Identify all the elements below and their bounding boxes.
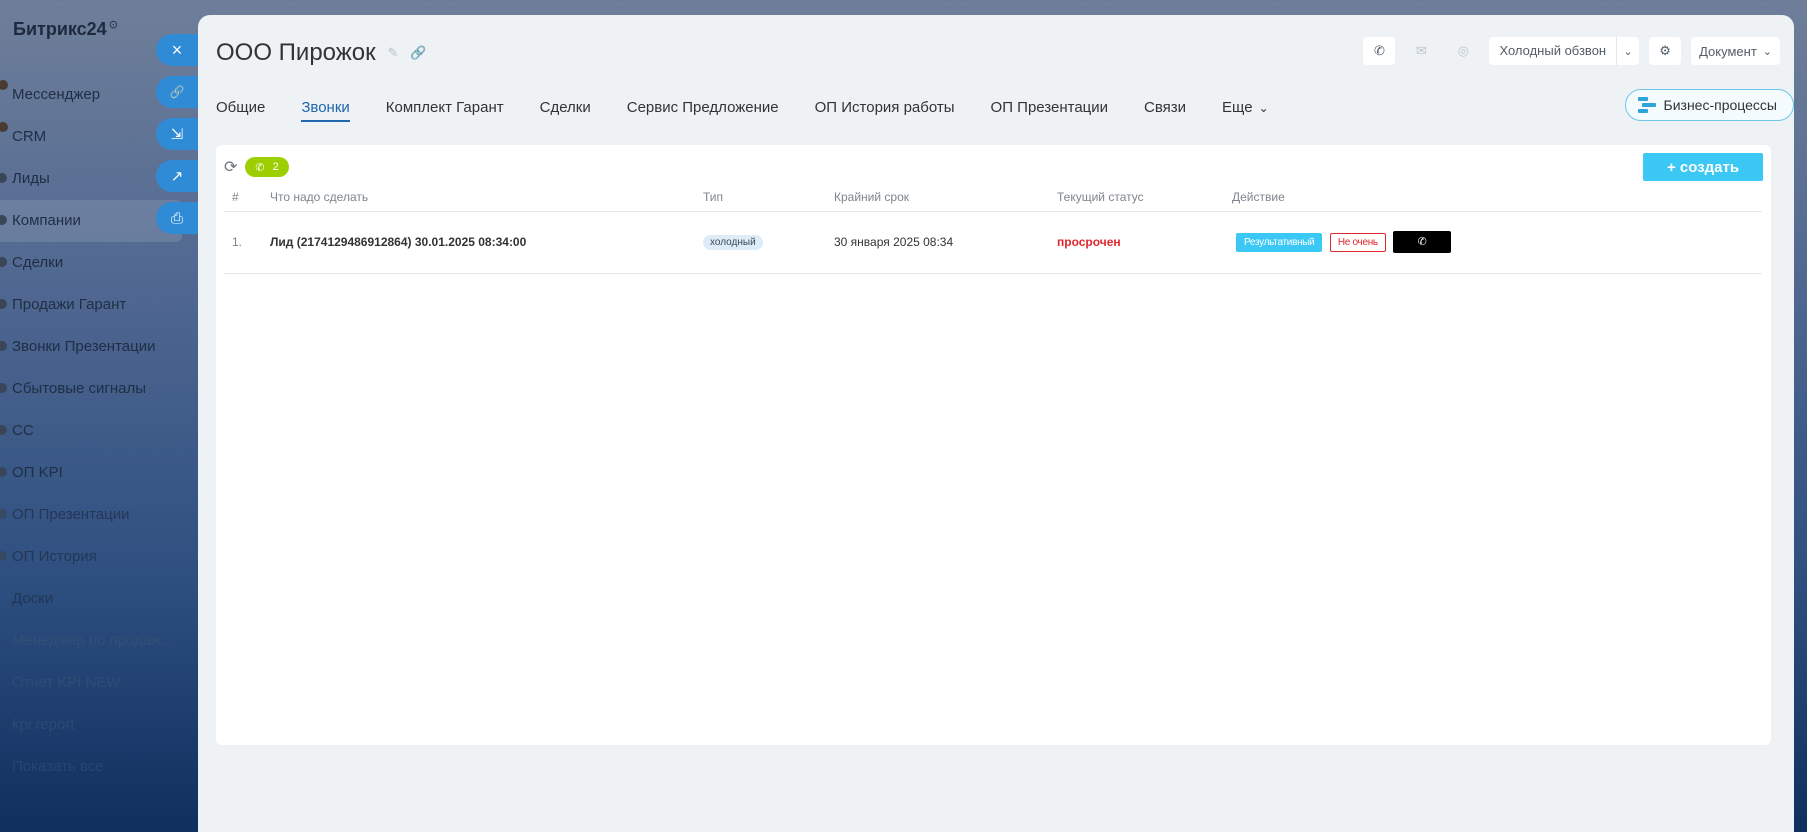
result-good-button[interactable]: Результативный [1236,233,1323,253]
sidebar-item-calls-presentations[interactable]: Звонки Презентации [0,326,200,368]
scenario-label: Холодный обзвон [1489,37,1618,65]
tab-general[interactable]: Общие [216,99,265,122]
table-row: 1. Лид (2174129486912864) 30.01.2025 08:… [224,211,1762,274]
calls-table: # Что надо сделать Тип Крайний срок Теку… [224,183,1762,274]
app-logo[interactable]: Битрикс24 ⊙ [13,18,118,40]
bullet-dot [0,467,7,477]
gear-icon: ⚙ [1659,43,1671,58]
notification-dot [0,80,8,90]
title-row: ООО Пирожок ✎ 🔗 [216,39,430,67]
sidebar-item-op-presentations[interactable]: ОП Презентации [0,494,200,536]
row-task[interactable]: Лид (2174129486912864) 30.01.2025 08:34:… [270,211,703,274]
create-button[interactable]: + создать [1643,153,1763,181]
column-status: Текущий статус [1057,183,1232,212]
download-icon: ⇲ [170,126,184,143]
tab-relations[interactable]: Связи [1144,99,1186,122]
sidebar-item-deals[interactable]: Сделки [0,242,200,284]
bullet-dot [0,341,7,351]
column-deadline: Крайний срок [834,183,1057,212]
minimize-button[interactable]: ⇲ [156,118,198,150]
result-bad-button[interactable]: Не очень [1329,233,1386,253]
row-deadline: 30 января 2025 08:34 [834,211,1057,274]
bullet-dot [0,383,7,393]
tab-garant-set[interactable]: Комплект Гарант [386,99,504,122]
notification-dot [0,122,8,132]
link-icon: 🔗 [169,85,185,99]
card-toolbar: ⟳ ✆ 2 [224,157,289,177]
tabs-bar: Общие Звонки Комплект Гарант Сделки Серв… [216,95,1305,125]
type-chip: холодный [703,235,763,250]
bullet-dot [0,299,7,309]
sidebar-item-kpi-report-new[interactable]: Отчет KPI NEW [0,662,200,704]
column-task: Что надо сделать [270,183,703,212]
settings-button[interactable]: ⚙ [1649,37,1682,65]
print-button[interactable]: ⎙ [156,202,198,234]
row-actions: Результативный Не очень ✆ [1232,211,1762,274]
row-number: 1. [224,211,270,274]
tab-op-presentations[interactable]: ОП Презентации [991,99,1108,122]
sidebar-item-companies[interactable]: Компании [0,200,182,242]
row-type: холодный [703,211,834,274]
bullet-dot [0,173,7,183]
page-title: ООО Пирожок [216,39,376,66]
sidebar-item-ss[interactable]: СС [0,410,200,452]
chat-icon: ◎ [1457,43,1470,58]
scenario-select[interactable]: Холодный обзвон ⌄ [1489,37,1640,65]
external-link-icon: ↗ [170,168,184,185]
calls-count-badge: ✆ 2 [245,157,289,177]
sidebar-item-op-history[interactable]: ОП История [0,536,200,578]
tab-calls[interactable]: Звонки [301,99,351,122]
document-button[interactable]: Документ ⌄ [1691,37,1780,65]
mail-icon: ✉ [1416,43,1427,58]
sidebar-item-sales-garant[interactable]: Продажи Гарант [0,284,200,326]
chat-button[interactable]: ◎ [1447,37,1479,65]
email-button[interactable]: ✉ [1405,37,1437,65]
refresh-icon[interactable]: ⟳ [224,157,237,177]
sidebar-item-sales-signals[interactable]: Сбытовые сигналы [0,368,200,410]
copy-link-button[interactable]: 🔗 [156,76,198,108]
call-now-button[interactable]: ✆ [1393,231,1452,253]
tab-more[interactable]: Еще ⌄ [1222,99,1269,122]
bullet-dot [0,257,7,267]
phone-icon: ✆ [1374,43,1385,58]
slider-side-actions: × 🔗 ⇲ ↗ ⎙ [156,34,198,244]
chevron-down-icon: ⌄ [1258,100,1269,115]
business-processes-button[interactable]: Бизнес-процессы [1624,89,1794,121]
sidebar-item-kpi-report[interactable]: kpi report [0,704,200,746]
sidebar-item-op-kpi[interactable]: ОП KPI [0,452,200,494]
bullet-dot [0,425,7,435]
tab-service-offer[interactable]: Сервис Предложение [627,99,779,122]
sidebar-item-boards[interactable]: Доски [0,578,200,620]
close-icon: × [171,39,183,60]
chevron-down-icon: ⌄ [1623,45,1633,58]
tab-op-work-history[interactable]: ОП История работы [815,99,955,122]
column-action: Действие [1232,183,1762,212]
close-slider-button[interactable]: × [156,34,198,66]
company-card-panel: ООО Пирожок ✎ 🔗 ✆ ✉ ◎ Холодный обзвон ⌄ … [198,15,1794,832]
bullet-dot [0,215,7,225]
bullet-dot [0,509,7,519]
phone-icon: ✆ [255,161,265,174]
sidebar-item-sales-manager[interactable]: Менеджер по продаж... [0,620,200,662]
table-header-row: # Что надо сделать Тип Крайний срок Теку… [224,183,1762,212]
tab-deals[interactable]: Сделки [540,99,591,122]
business-process-icon [1637,97,1656,113]
chevron-down-icon: ⌄ [1762,45,1772,58]
column-num: # [224,183,270,212]
open-new-window-button[interactable]: ↗ [156,160,198,192]
column-type: Тип [703,183,834,212]
phone-icon: ✆ [1417,236,1427,248]
print-icon: ⎙ [170,209,183,227]
bullet-dot [0,551,7,561]
row-status: просрочен [1057,211,1232,274]
edit-link-icons[interactable]: ✎ 🔗 [388,45,431,61]
calls-card: ⟳ ✆ 2 + создать # Что надо сделать Тип Кр… [216,145,1771,745]
call-button[interactable]: ✆ [1363,37,1396,65]
header-toolbar: ✆ ✉ ◎ Холодный обзвон ⌄ ⚙ Документ ⌄ [1363,37,1780,65]
sidebar-item-show-all[interactable]: Показать все [0,746,200,788]
